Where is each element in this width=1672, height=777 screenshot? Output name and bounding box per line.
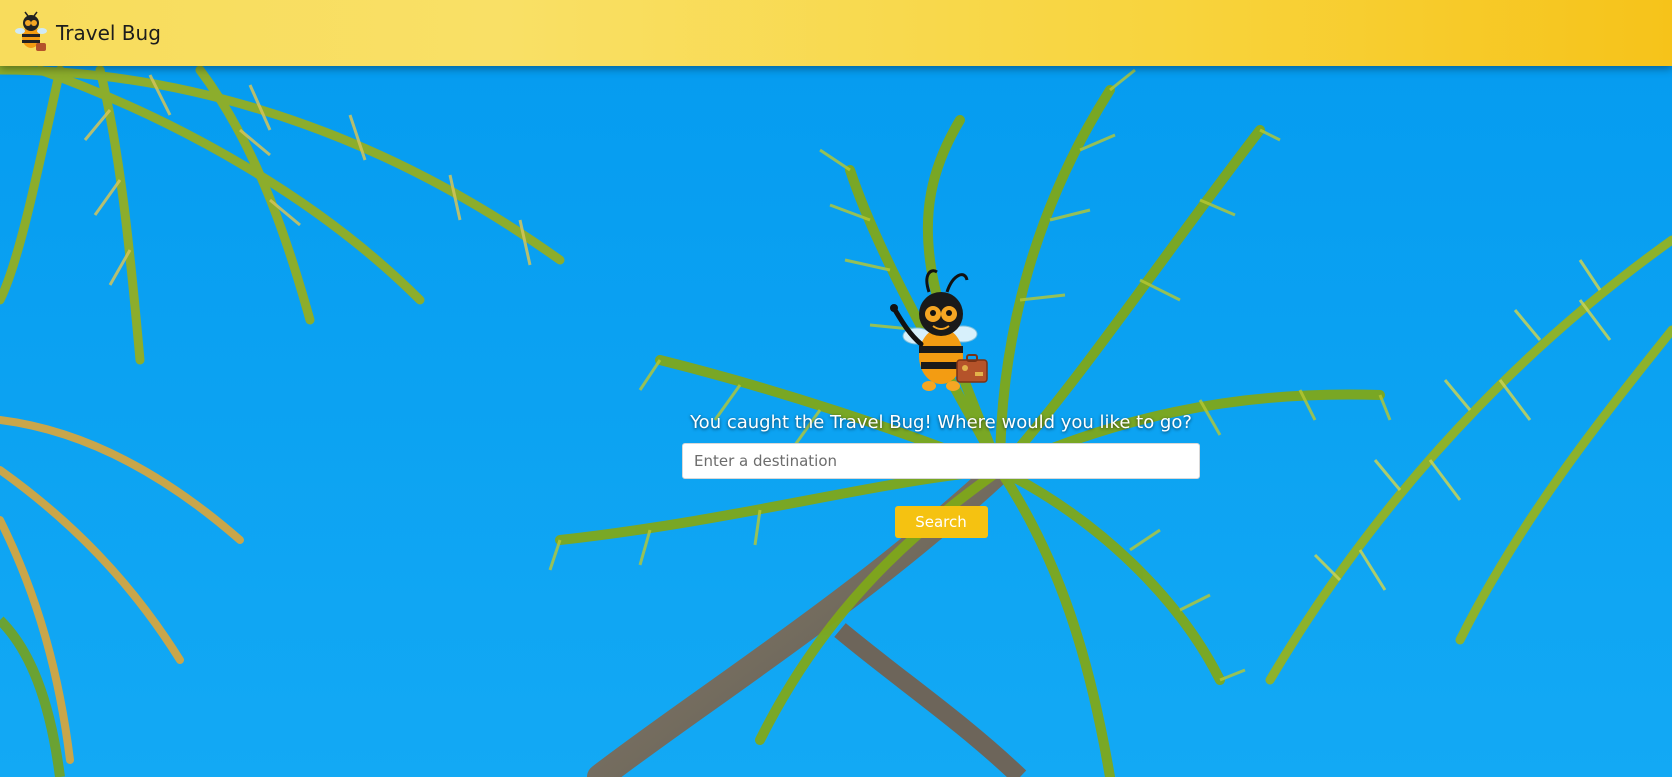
bee-mascot-icon (15, 11, 47, 51)
brand-link[interactable]: Travel Bug (12, 11, 161, 55)
top-navbar: Travel Bug (0, 0, 1672, 66)
destination-search-input[interactable] (682, 443, 1200, 479)
brand-title: Travel Bug (56, 21, 161, 45)
hero-search-panel: You caught the Travel Bug! Where would y… (682, 264, 1200, 538)
page: Travel Bug You caught the Travel Bug! Wh… (0, 0, 1672, 777)
bee-with-suitcase-icon (890, 269, 988, 391)
search-button[interactable]: Search (894, 506, 988, 538)
hero-tagline: You caught the Travel Bug! Where would y… (690, 412, 1192, 433)
